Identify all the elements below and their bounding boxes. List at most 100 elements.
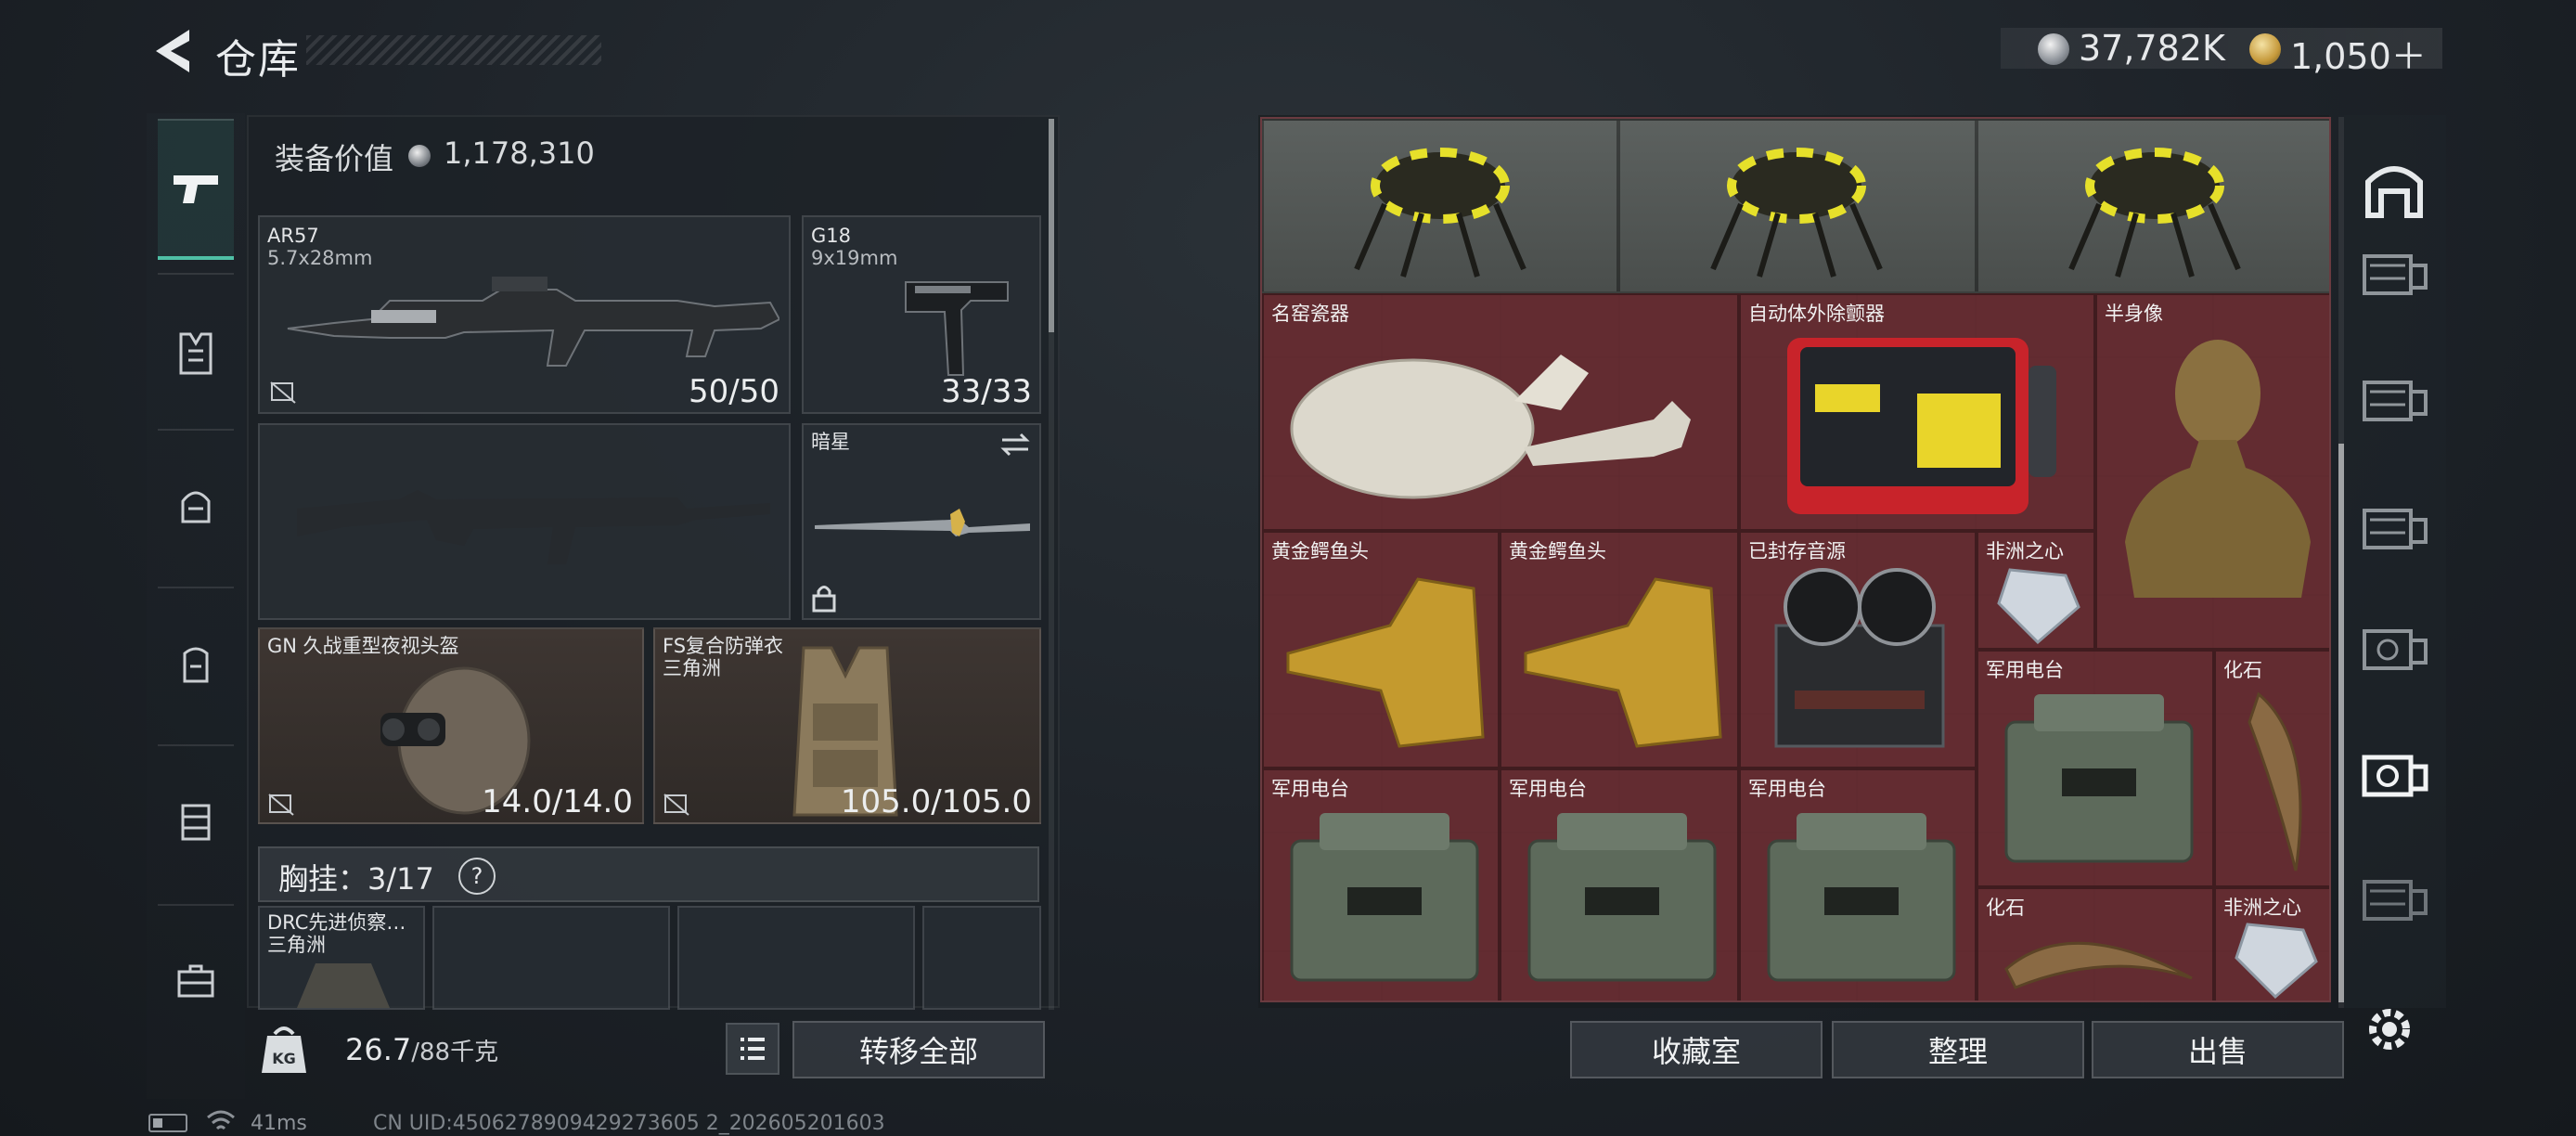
- tab-weapons[interactable]: [158, 119, 234, 260]
- stash-item-fossil[interactable]: 化石: [1977, 887, 2214, 1000]
- stash-page-v-icon[interactable]: [2355, 613, 2433, 691]
- stash-item-military-radio[interactable]: 军用电台: [1977, 650, 2214, 887]
- weapon-name: G18: [811, 225, 851, 247]
- backpack-icon: [183, 647, 209, 683]
- chest-rig-item[interactable]: DRC先进侦察… 三角洲: [258, 906, 425, 1010]
- silver-amount[interactable]: 37,782K: [2079, 28, 2225, 69]
- stash-item-porcelain[interactable]: 名窑瓷器: [1262, 293, 1739, 531]
- reel-tape-recorder-icon: [1774, 568, 1945, 748]
- stash-page-gti-icon[interactable]: [2355, 238, 2433, 316]
- armor-durability: 105.0/105.0: [840, 783, 1032, 820]
- pistol-icon: [174, 175, 218, 203]
- item-label: 军用电台: [1986, 659, 2064, 681]
- gold-amount[interactable]: 1,050＋: [2290, 28, 2427, 79]
- item-label: 军用电台: [1509, 778, 1587, 800]
- stash-page-current-icon[interactable]: [2355, 739, 2433, 817]
- weight-current: 26.7: [345, 1032, 412, 1067]
- tab-helmet[interactable]: [147, 457, 245, 555]
- stash-home-icon[interactable]: [2355, 150, 2433, 228]
- g18-pistol-icon: [905, 281, 1009, 376]
- melee-slot[interactable]: 暗星: [802, 423, 1041, 620]
- item-label: 自动体外除颤器: [1748, 303, 1885, 325]
- collection-room-button[interactable]: 收藏室: [1570, 1021, 1823, 1078]
- porcelain-vase-icon: [1290, 355, 1691, 499]
- stash-page-iv-icon[interactable]: [2355, 364, 2433, 442]
- stash-item-bust[interactable]: 半身像: [2095, 293, 2329, 650]
- armor-slot[interactable]: FS复合防弹衣 三角洲 105.0/105.0: [653, 627, 1041, 824]
- gold-coin-icon: [2249, 33, 2281, 65]
- tab-chest-rig[interactable]: [147, 772, 245, 871]
- stash-item-wasp[interactable]: [1977, 119, 2329, 293]
- stash-page-iv2-icon[interactable]: [2355, 863, 2433, 941]
- wifi-icon: [207, 1110, 235, 1130]
- title-decoration: [306, 35, 601, 65]
- back-arrow-icon[interactable]: [148, 24, 200, 78]
- diamond-icon: [1997, 568, 2080, 645]
- stash-item-gold-croc-head[interactable]: 黄金鳄鱼头: [1500, 531, 1739, 768]
- equipment-scrollbar-thumb[interactable]: [1049, 119, 1054, 332]
- page-title: 仓库: [215, 36, 301, 84]
- fossil-claw-icon: [2004, 941, 2193, 989]
- radio-icon: [1527, 813, 1717, 982]
- chest-rig-empty-slot[interactable]: [677, 906, 915, 1010]
- tab-backpack[interactable]: [147, 614, 245, 713]
- weight-max: /88千克: [411, 1039, 499, 1066]
- ar57-rifle-icon: [287, 277, 779, 367]
- empty-weapon-slot[interactable]: [258, 423, 791, 620]
- no-insure-icon: [268, 794, 294, 816]
- helmet-slot[interactable]: GN 久战重型夜视头盔 14.0/14.0: [258, 627, 644, 824]
- help-button[interactable]: ?: [458, 858, 496, 895]
- tab-armor[interactable]: [147, 304, 245, 403]
- chest-rig-empty-slot[interactable]: [432, 906, 670, 1010]
- silver-coin-icon: [408, 145, 431, 167]
- stash-item-wasp[interactable]: [1262, 119, 1618, 293]
- sort-button[interactable]: 整理: [1832, 1021, 2084, 1078]
- stash-item-sealed-audio[interactable]: 已封存音源: [1739, 531, 1977, 768]
- settings-gear-icon[interactable]: [2361, 1000, 2418, 1058]
- weight-readout: 26.7/88千克: [345, 1032, 498, 1067]
- stash-item-heart-of-africa[interactable]: 非洲之心: [1977, 531, 2095, 650]
- knife-icon: [815, 509, 1030, 536]
- sell-button[interactable]: 出售: [2092, 1021, 2344, 1078]
- battery-icon: [148, 1114, 187, 1132]
- swap-icon[interactable]: [998, 431, 1032, 458]
- item-label: 军用电台: [1748, 778, 1826, 800]
- transfer-all-button[interactable]: 转移全部: [792, 1021, 1045, 1078]
- chest-rig-item-sub: 三角洲: [267, 934, 326, 956]
- svg-text:KG: KG: [272, 1050, 296, 1067]
- diamond-icon: [2235, 923, 2318, 1000]
- bust-statue-icon: [2125, 340, 2311, 598]
- no-insure-icon: [270, 381, 296, 404]
- stash-item-military-radio[interactable]: 军用电台: [1739, 768, 1977, 1000]
- chest-rig-empty-slot[interactable]: [922, 906, 1041, 1010]
- lock-icon: [812, 586, 836, 613]
- sidebar-divider: [158, 587, 234, 588]
- warehouse-screen: { "header": {"title": "仓库"}, "currency":…: [0, 0, 2576, 1136]
- stash-item-military-radio[interactable]: 军用电台: [1500, 768, 1739, 1000]
- stash-item-military-radio[interactable]: 军用电台: [1262, 768, 1500, 1000]
- list-view-button[interactable]: [726, 1023, 779, 1075]
- chest-rig-label: 胸挂：: [278, 861, 368, 897]
- wasp-icon: [1354, 148, 1526, 278]
- stash-item-heart-of-africa[interactable]: 非洲之心: [2214, 887, 2329, 1000]
- radio-icon: [1290, 813, 1479, 982]
- stash-item-wasp[interactable]: [1618, 119, 1977, 293]
- stash-page-gti2-icon[interactable]: [2355, 492, 2433, 570]
- item-label: 军用电台: [1271, 778, 1349, 800]
- melee-name: 暗星: [811, 431, 850, 453]
- briefcase-icon: [177, 964, 214, 998]
- chest-rig-item-name: DRC先进侦察…: [267, 911, 406, 934]
- weight-icon: KG: [262, 1026, 306, 1073]
- primary-weapon-slot[interactable]: AR57 5.7x28mm 50/50: [258, 215, 791, 414]
- stash-item-defibrillator[interactable]: 自动体外除颤器: [1739, 293, 2095, 531]
- weapon-caliber: 9x19mm: [811, 247, 898, 269]
- helmet-icon: [181, 491, 211, 523]
- stash-item-fossil[interactable]: 化石: [2214, 650, 2329, 887]
- tab-case[interactable]: [147, 932, 245, 1030]
- ak-rifle-silhouette-icon: [297, 490, 770, 564]
- secondary-weapon-slot[interactable]: G18 9x19mm 33/33: [802, 215, 1041, 414]
- stash-item-gold-croc-head[interactable]: 黄金鳄鱼头: [1262, 531, 1500, 768]
- radio-icon: [1767, 813, 1956, 982]
- list-icon: [741, 1038, 765, 1060]
- stash-grid: 名窑瓷器 自动体外除颤器 半身像 黄金鳄鱼头 黄金鳄鱼头 已封存音源 非洲之心 …: [1260, 117, 2331, 1002]
